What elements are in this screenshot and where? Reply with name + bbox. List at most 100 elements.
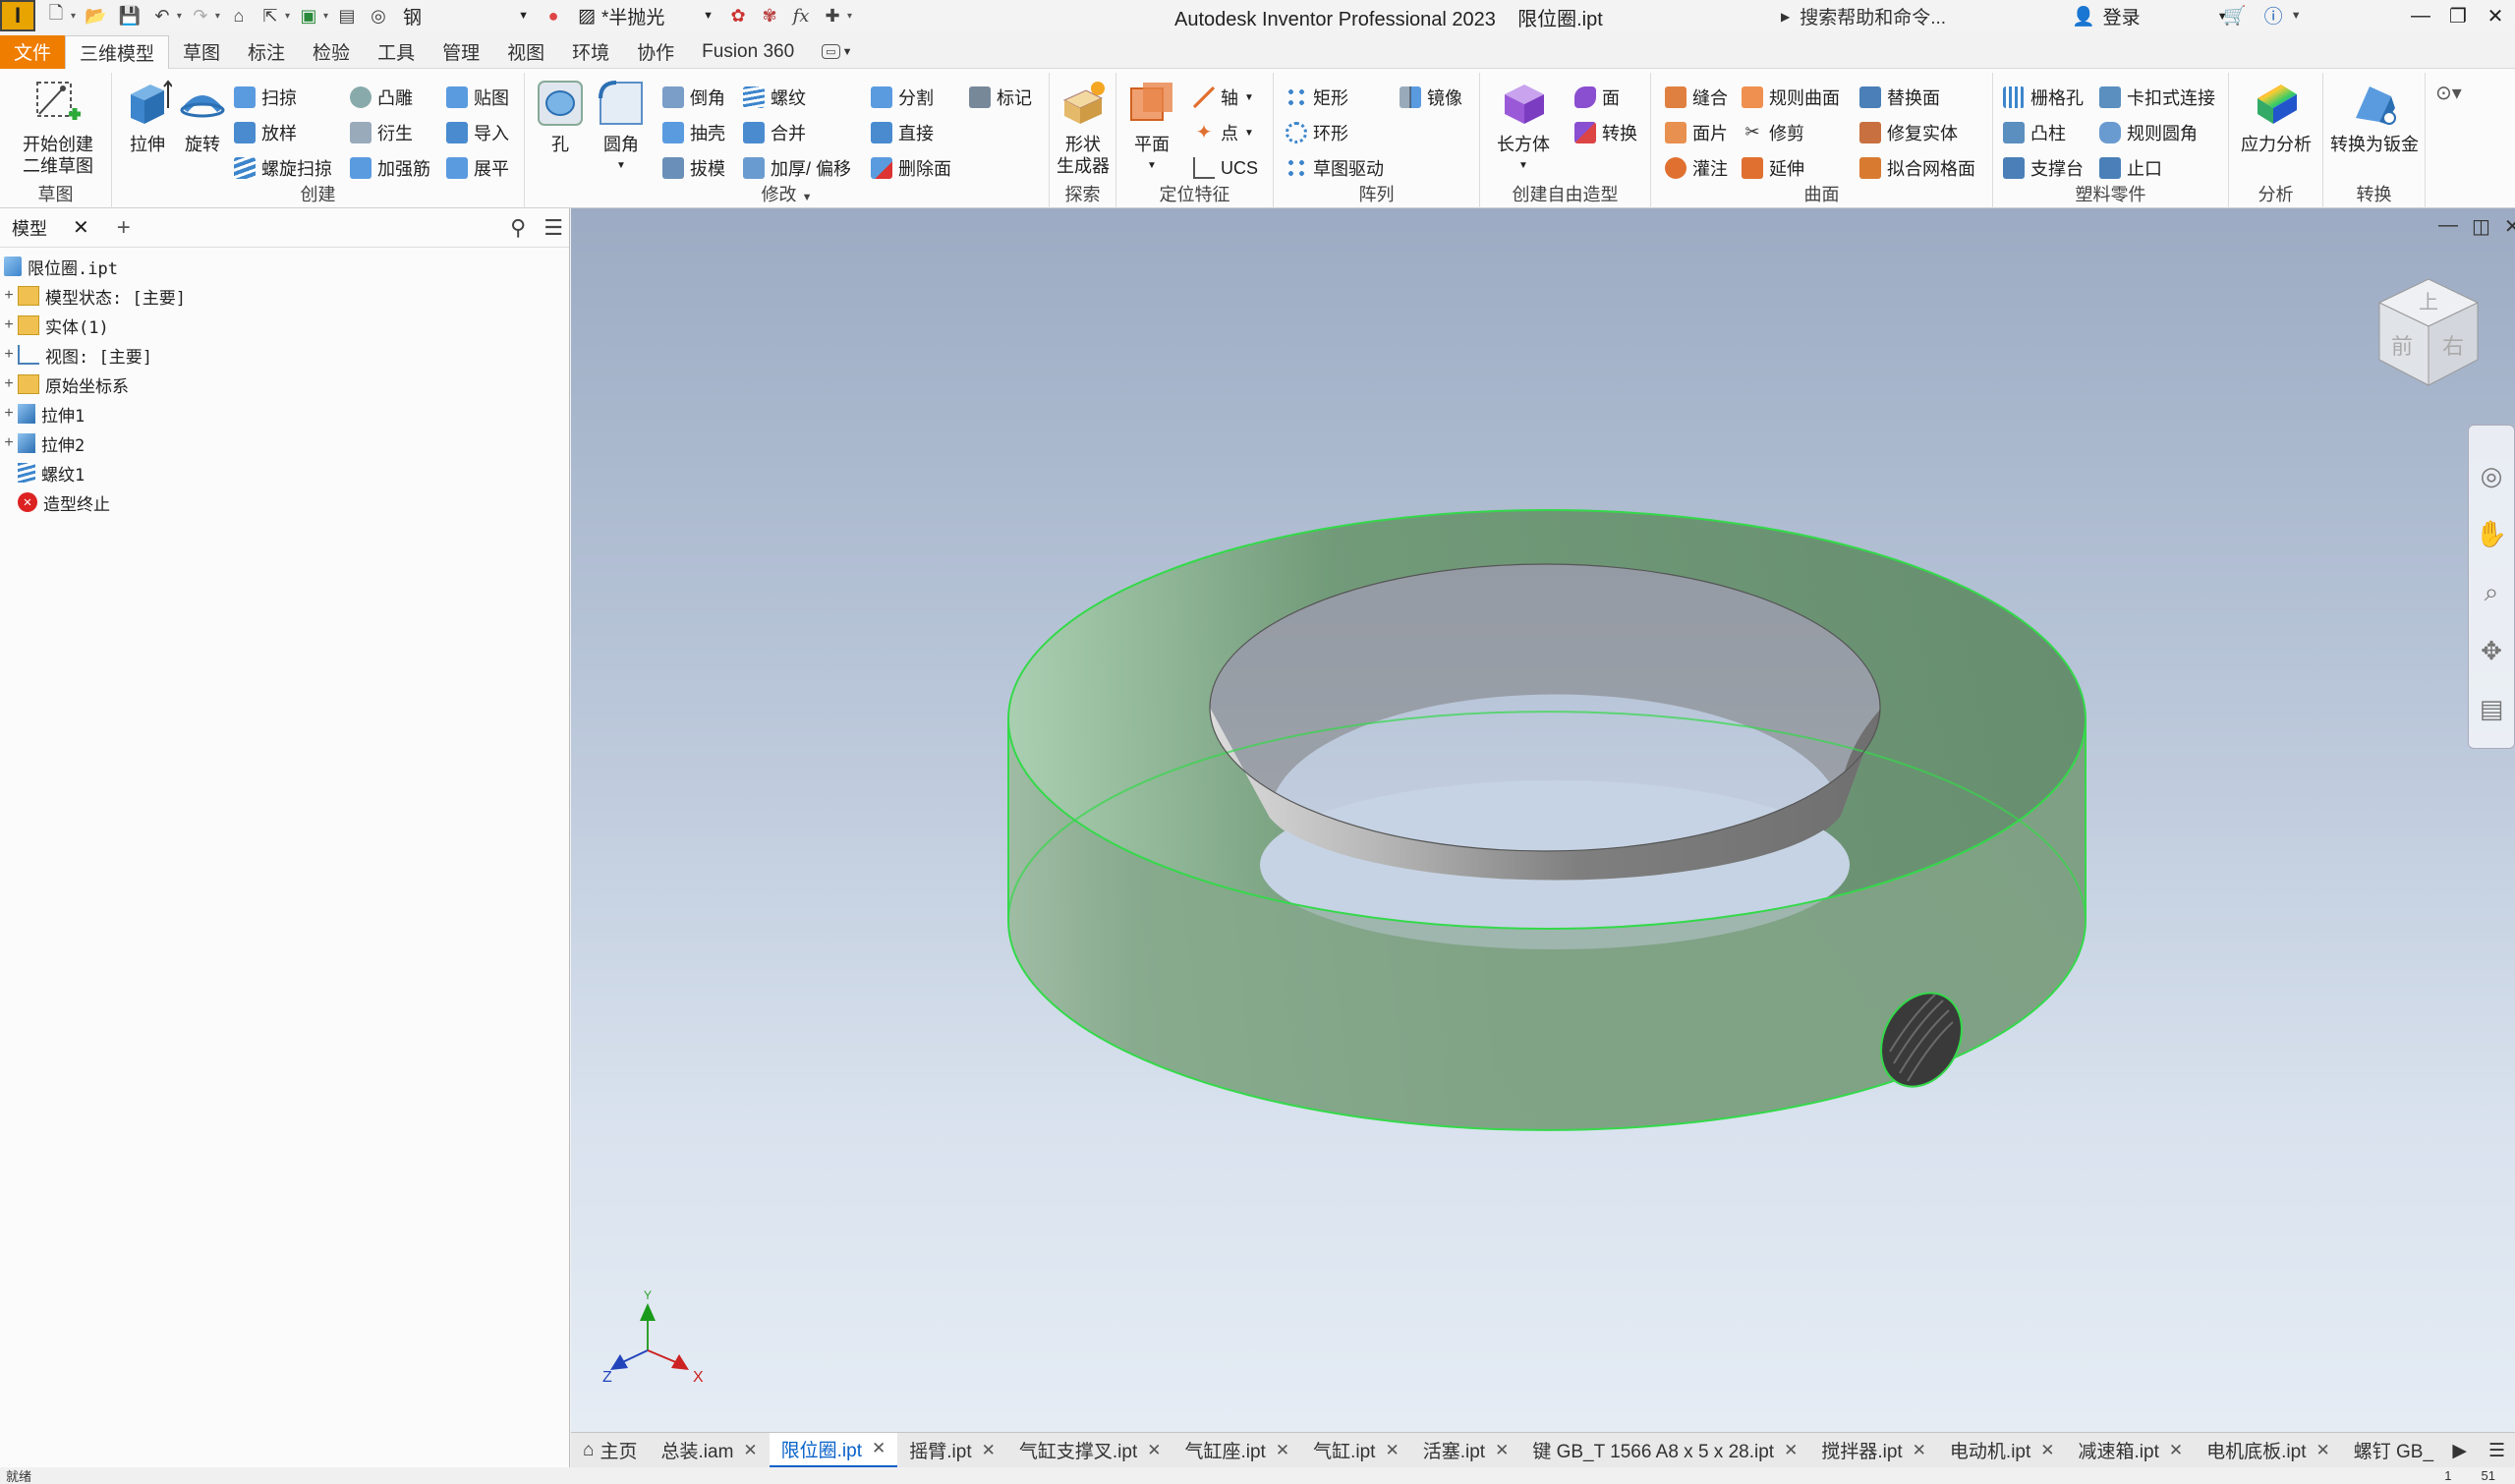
close-tab-icon[interactable]: ✕ (2040, 1441, 2054, 1460)
update-icon[interactable]: ▣ (296, 3, 321, 29)
doc-tab[interactable]: 电动机.ipt ✕ (1938, 1433, 2067, 1468)
open-folder-icon[interactable]: 📂 (82, 3, 109, 29)
minimize-icon[interactable]: — (2402, 0, 2439, 31)
restore-icon[interactable]: ◫ (2472, 214, 2490, 239)
expand-icon[interactable]: + (0, 346, 18, 364)
ucs-button[interactable]: UCS (1193, 153, 1258, 183)
part-model[interactable] (571, 208, 2515, 1432)
scroll-right-icon[interactable]: ▶ (2452, 1440, 2467, 1462)
close-icon[interactable]: ✕ (2504, 214, 2515, 239)
shell-button[interactable]: 抽壳 (662, 118, 725, 147)
fit-mesh-button[interactable]: 拟合网格面 (1859, 153, 1975, 183)
boss-button[interactable]: 凸柱 (2003, 118, 2066, 147)
sketch-driven-pattern-button[interactable]: 草图驱动 (1286, 153, 1384, 183)
ribbon-display-options[interactable]: ▭ ▼ (808, 35, 866, 69)
repair-bodies-button[interactable]: 修复实体 (1859, 118, 1958, 147)
ribbon-expand-icon[interactable]: ⊙▾ (2435, 81, 2462, 105)
expand-icon[interactable]: + (0, 316, 18, 334)
unwrap-button[interactable]: 展平 (446, 153, 509, 183)
rest-button[interactable]: 支撑台 (2003, 153, 2084, 183)
close-tab-icon[interactable]: ✕ (1913, 1441, 1926, 1460)
mark-button[interactable]: 标记 (969, 83, 1032, 112)
replace-face-button[interactable]: 替换面 (1859, 83, 1940, 112)
browser-tab-model[interactable]: 模型 (6, 215, 53, 241)
freeform-convert-button[interactable]: 转换 (1574, 118, 1637, 147)
tab-tools[interactable]: 工具 (364, 35, 429, 69)
fillet-button[interactable]: 圆角 ▼ (594, 79, 649, 177)
plane-button[interactable]: 平面 ▼ (1122, 79, 1181, 177)
coil-button[interactable]: 螺旋扫掠 (234, 153, 332, 183)
material-icon[interactable]: ◎ (366, 3, 391, 29)
steering-wheel-icon[interactable]: ◎ (2481, 461, 2503, 491)
orbit-icon[interactable]: ✥ (2481, 636, 2502, 666)
measure-icon[interactable]: ▤ (334, 3, 360, 29)
tab-file[interactable]: 文件 (0, 34, 65, 69)
appearance-dropdown[interactable]: ▨ *半抛光 ▼ (572, 3, 719, 29)
tab-view[interactable]: 视图 (493, 35, 558, 69)
close-tab-icon[interactable]: ✕ (1276, 1441, 1289, 1460)
tab-list-icon[interactable]: ☰ (2488, 1440, 2505, 1462)
app-logo[interactable]: I (0, 0, 35, 31)
close-tab-icon[interactable]: ✕ (2316, 1441, 2330, 1460)
select-icon[interactable]: ⇱ (257, 3, 283, 29)
tree-item-part[interactable]: 限位圈.ipt (0, 252, 569, 281)
undo-icon[interactable]: ↶ (149, 3, 175, 29)
look-at-icon[interactable]: ▤ (2480, 694, 2504, 724)
chevron-down-icon[interactable]: ▾ (177, 11, 182, 22)
snap-fit-button[interactable]: 卡扣式连接 (2099, 83, 2215, 112)
tree-item-solid-bodies[interactable]: + 实体(1) (0, 311, 569, 340)
doc-tab[interactable]: 总装.iam ✕ (650, 1433, 770, 1468)
tab-sketch[interactable]: 草图 (169, 35, 234, 69)
stress-analysis-button[interactable]: 应力分析 (2235, 79, 2317, 155)
tab-manage[interactable]: 管理 (429, 35, 493, 69)
close-tab-icon[interactable]: ✕ (872, 1439, 886, 1458)
tab-inspect[interactable]: 检验 (299, 35, 364, 69)
close-icon[interactable]: ✕ (73, 215, 89, 240)
clear-appearance-icon[interactable]: ✾ (757, 3, 782, 29)
doc-tab[interactable]: 螺钉 GB_ (2342, 1433, 2445, 1468)
redo-icon[interactable]: ↷ (188, 3, 213, 29)
loft-button[interactable]: 放样 (234, 118, 297, 147)
customize-chevron-icon[interactable]: ▾ (847, 11, 852, 22)
doc-tab[interactable]: 键 GB_T 1566 A8 x 5 x 28.ipt ✕ (1520, 1433, 1809, 1468)
doc-tab[interactable]: 气缸支撑叉.ipt ✕ (1007, 1433, 1173, 1468)
pan-icon[interactable]: ✋ (2476, 519, 2507, 549)
add-browser-icon[interactable]: + (117, 214, 131, 242)
close-tab-icon[interactable]: ✕ (743, 1441, 757, 1460)
expand-icon[interactable]: + (0, 287, 18, 305)
ruled-surface-button[interactable]: 规则曲面 (1742, 83, 1840, 112)
emboss-button[interactable]: 凸雕 (350, 83, 413, 112)
split-button[interactable]: 分割 (871, 83, 934, 112)
save-icon[interactable]: 💾 (115, 3, 143, 29)
close-tab-icon[interactable]: ✕ (982, 1441, 996, 1460)
chevron-down-icon[interactable]: ▼ (2291, 10, 2302, 22)
doc-tab-active[interactable]: 限位圈.ipt ✕ (769, 1432, 898, 1468)
doc-tab[interactable]: 气缸.ipt ✕ (1301, 1433, 1411, 1468)
help-search[interactable]: ▶ 搜索帮助和命令... (1781, 3, 1946, 29)
expand-icon[interactable]: + (0, 375, 18, 393)
login-button[interactable]: 👤 登录 ▼ (2072, 3, 2228, 29)
start-sketch-button[interactable]: 开始创建 二维草图 (14, 79, 102, 177)
tree-item-extrusion-2[interactable]: + 拉伸2 (0, 428, 569, 458)
tree-item-origin[interactable]: + 原始坐标系 (0, 370, 569, 399)
chevron-down-icon[interactable]: ▾ (323, 11, 328, 22)
stitch-button[interactable]: 缝合 (1665, 83, 1728, 112)
close-tab-icon[interactable]: ✕ (1147, 1441, 1161, 1460)
adjust-appearance-icon[interactable]: ✿ (725, 3, 751, 29)
tree-item-end-of-part[interactable]: ✕ 造型终止 (0, 487, 569, 517)
axis-button[interactable]: 轴 ▼ (1193, 83, 1254, 112)
tab-3d-model[interactable]: 三维模型 (65, 34, 170, 69)
close-tab-icon[interactable]: ✕ (2169, 1441, 2183, 1460)
close-tab-icon[interactable]: ✕ (1784, 1441, 1798, 1460)
view-cube[interactable]: 上 前 右 (2370, 269, 2487, 397)
tree-item-extrusion-1[interactable]: + 拉伸1 (0, 399, 569, 428)
delete-face-button[interactable]: 删除面 (871, 153, 951, 183)
chevron-down-icon[interactable]: ▾ (215, 11, 220, 22)
thread-button[interactable]: 螺纹 (743, 83, 806, 112)
doc-tab[interactable]: 气缸座.ipt ✕ (1172, 1433, 1301, 1468)
circ-pattern-button[interactable]: 环形 (1286, 118, 1348, 147)
derive-button[interactable]: 衍生 (350, 118, 413, 147)
minimize-icon[interactable]: — (2438, 214, 2458, 239)
plus-icon[interactable]: ✚ (820, 3, 845, 29)
doc-tab-home[interactable]: ⌂ 主页 (571, 1433, 650, 1468)
